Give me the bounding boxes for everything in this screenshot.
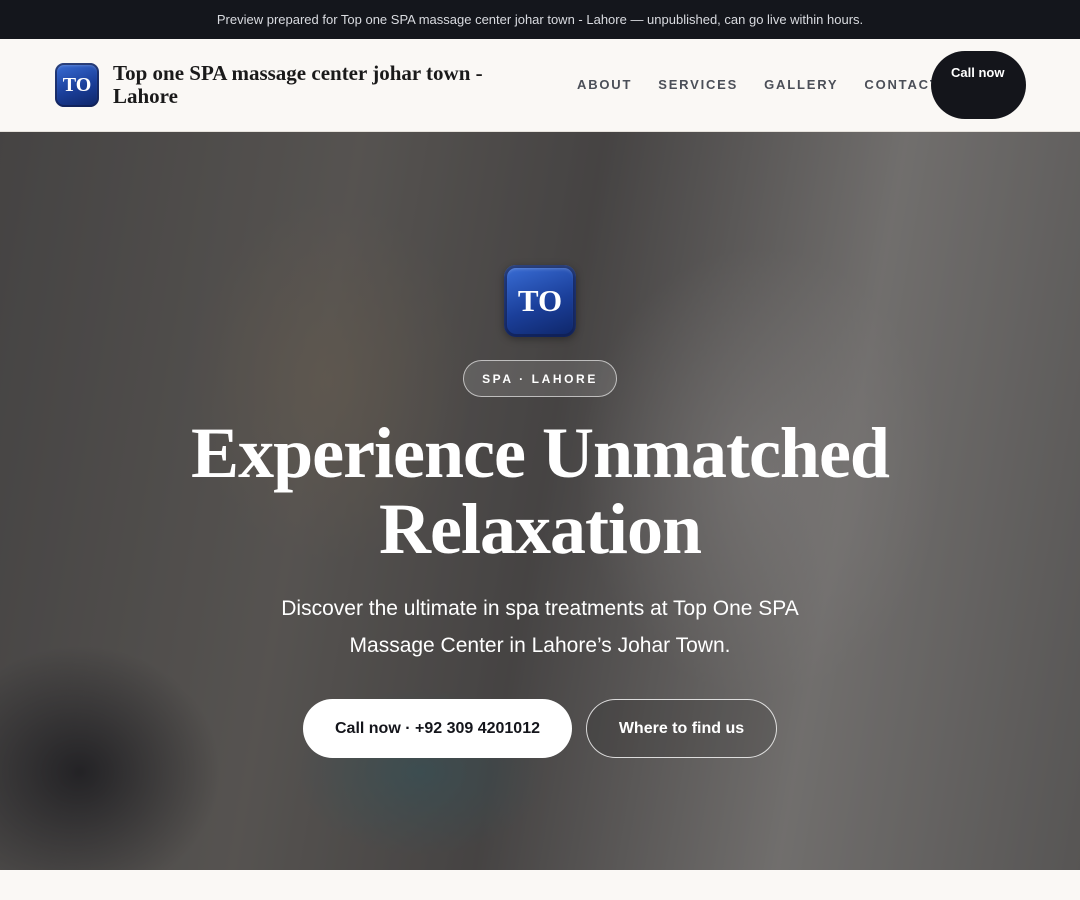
where-to-find-us-button[interactable]: Where to find us: [586, 699, 777, 758]
brand-logo-initials: TO: [62, 73, 92, 96]
hero-logo: TO: [504, 265, 576, 337]
hero-tag-badge: SPA · LAHORE: [463, 360, 617, 397]
main-nav: ABOUT SERVICES GALLERY CONTACT: [577, 77, 940, 92]
hero-subtitle: Discover the ultimate in spa treatments …: [281, 597, 799, 657]
hero-section: TO SPA · LAHORE Experience Unmatched Rel…: [0, 132, 1080, 870]
site-name[interactable]: Top one SPA massage center johar town - …: [113, 62, 533, 108]
brand-logo[interactable]: TO: [55, 63, 99, 107]
call-now-button[interactable]: Call now · +92 309 4201012: [303, 699, 572, 758]
nav-contact-link[interactable]: CONTACT: [864, 77, 939, 92]
nav-gallery-link[interactable]: GALLERY: [764, 77, 838, 92]
nav-about-link[interactable]: ABOUT: [577, 77, 632, 92]
hero-logo-initials: TO: [517, 283, 563, 318]
site-header: TO Top one SPA massage center johar town…: [0, 39, 1080, 132]
header-call-button[interactable]: Call now: [931, 51, 1026, 119]
hero-title: Experience Unmatched Relaxation: [191, 413, 890, 569]
preview-banner: Preview prepared for Top one SPA massage…: [0, 0, 1080, 39]
preview-banner-text: Preview prepared for Top one SPA massage…: [216, 12, 864, 27]
nav-services-link[interactable]: SERVICES: [658, 77, 738, 92]
